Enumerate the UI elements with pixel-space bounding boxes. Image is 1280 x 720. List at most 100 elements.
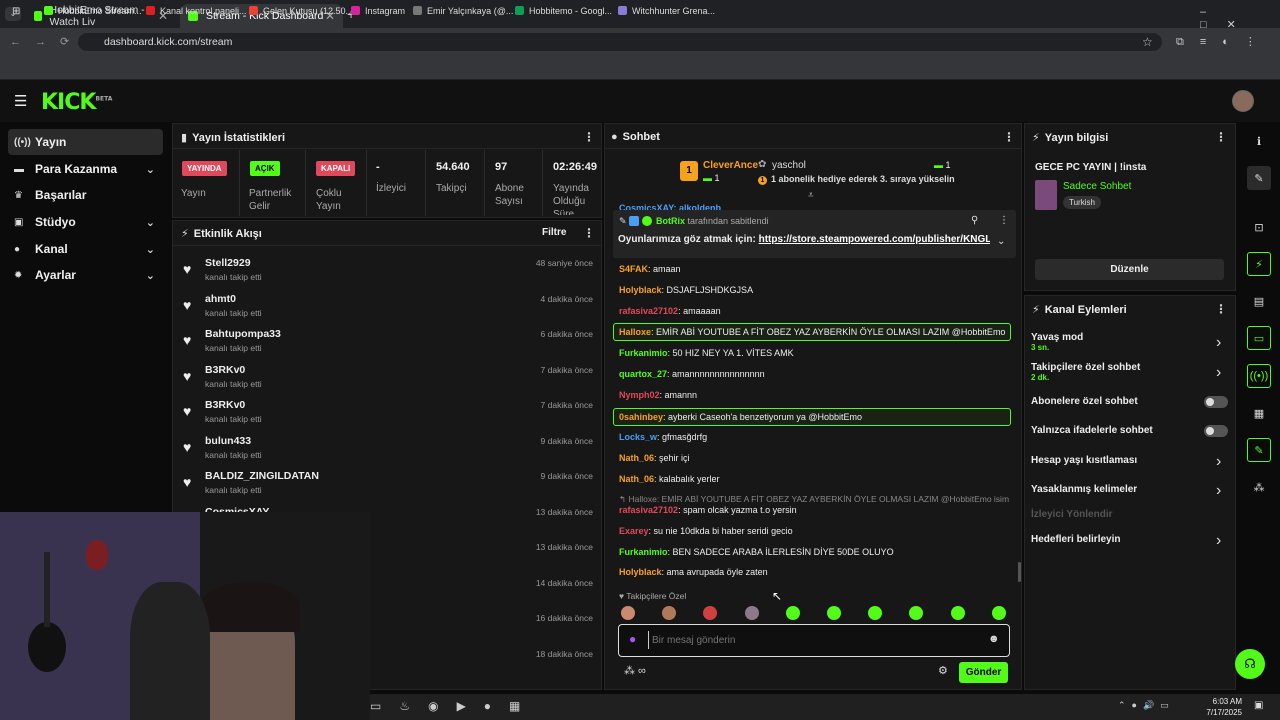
url-field[interactable]: dashboard.kick.com/stream — [78, 33, 1162, 51]
toggle-switch[interactable] — [1204, 425, 1228, 437]
sidebar-item-yayin[interactable]: ((•)) Yayın — [8, 129, 163, 155]
pin-toggle-icon[interactable]: ⚲ — [971, 215, 978, 226]
bookmark-item[interactable]: Hobbitemo - Googl... — [515, 6, 612, 16]
channel-action-item[interactable]: Hedefleri belirleyin — [1031, 534, 1120, 545]
activity-user[interactable]: ahmt0 — [205, 293, 236, 305]
activity-user[interactable]: B3RKv0 — [205, 364, 245, 376]
notes-icon[interactable]: ▤ — [1247, 289, 1271, 313]
activity-user[interactable]: BALDIZ_ZINGILDATAN — [205, 470, 319, 482]
info-menu-icon[interactable]: ⋮ — [1215, 130, 1227, 144]
emoji-icon[interactable]: ☻ — [988, 633, 1000, 645]
hamburger-menu-icon[interactable]: ☰ — [14, 92, 27, 110]
support-button[interactable]: ☊ — [1235, 649, 1265, 679]
expand-chevron-icon[interactable]: ⌄ — [997, 236, 1005, 247]
chat-username[interactable]: rafasiva27102 — [619, 505, 678, 515]
chat-username[interactable]: Holyblack — [619, 567, 662, 577]
emote-icon[interactable] — [950, 606, 965, 620]
bolt-icon[interactable]: ⚡ — [1247, 252, 1271, 276]
activity-user[interactable]: Stell2929 — [205, 257, 251, 269]
chevron-right-icon[interactable]: › — [1216, 364, 1221, 382]
connections-icon[interactable]: ⁂ — [1247, 475, 1271, 499]
channel-action-item[interactable]: İzleyici Yönlendir — [1031, 509, 1113, 520]
channel-action-item[interactable]: Yasaklanmış kelimeler — [1031, 484, 1137, 495]
actions-menu-icon[interactable]: ⋮ — [1215, 302, 1227, 316]
tools-icon[interactable]: ✎ — [1247, 438, 1271, 462]
chat-username[interactable]: Nath_06 — [619, 453, 654, 463]
chat-username[interactable]: Furkanimio — [619, 348, 668, 358]
kick-logo[interactable]: KICKBETA — [41, 90, 112, 115]
pinned-link[interactable]: https://store.steampowered.com/publisher… — [759, 234, 990, 245]
emote-icon[interactable] — [785, 606, 800, 620]
pinned-menu-icon[interactable]: ⋮ — [999, 215, 1009, 226]
chevron-right-icon[interactable]: › — [1216, 453, 1221, 471]
toggle-switch[interactable] — [1204, 396, 1228, 408]
sidebar-item-ayarlar[interactable]: ✹ Ayarlar ⌄ — [8, 262, 163, 288]
activity-menu-icon[interactable]: ⋮ — [583, 226, 595, 240]
system-tray-icons[interactable]: ⌃●🔊▭ — [1118, 700, 1175, 711]
browser-extensions-icons[interactable]: ⧉≡◐⋮ — [1176, 35, 1272, 49]
emote-icon[interactable] — [991, 606, 1006, 620]
channel-action-item[interactable]: Yalnızca ifadelerle sohbet — [1031, 425, 1153, 436]
emote-icon[interactable] — [744, 606, 759, 620]
bookmark-item[interactable]: Emir Yalçınkaya (@... — [413, 6, 513, 16]
chat-username[interactable]: rafasiva27102 — [619, 306, 678, 316]
chat-username[interactable]: quartox_27 — [619, 369, 667, 379]
emote-icon[interactable] — [827, 606, 841, 620]
edit-icon[interactable]: ✎ — [1247, 166, 1271, 190]
kick-favicon-icon — [34, 11, 42, 21]
bookmark-item[interactable]: Witchhunter Grena... — [618, 6, 715, 16]
channel-action-item[interactable]: Yavaş mod 3 sn. — [1031, 332, 1083, 352]
chevron-right-icon[interactable]: › — [1216, 334, 1221, 352]
sidebar-item-basarilar[interactable]: ♛ Başarılar — [8, 182, 163, 208]
avatar[interactable] — [1232, 90, 1254, 112]
activity-user[interactable]: B3RKv0 — [205, 399, 245, 411]
bookmark-item[interactable]: HobbitEmo Stream... — [44, 6, 142, 16]
channel-action-item[interactable]: Hesap yaşı kısıtlaması — [1031, 455, 1137, 466]
activity-user[interactable]: Bahtupompa33 — [205, 328, 281, 340]
channel-action-item[interactable]: Takipçilere özel sohbet 2 dk. — [1031, 362, 1140, 382]
chat-username[interactable]: 0sahinbey — [619, 412, 663, 422]
filter-button[interactable]: Filtre — [542, 227, 566, 238]
chat-username[interactable]: Nath_06 — [619, 474, 654, 484]
microphone-icon[interactable]: ● — [629, 632, 636, 646]
bookmark-item[interactable]: Instagram — [351, 6, 405, 16]
bookmark-item[interactable]: Gelen Kutusu (12.50... — [249, 6, 353, 16]
chat-username[interactable]: Holyblack — [619, 285, 662, 295]
chat-menu-icon[interactable]: ⋮ — [1003, 130, 1015, 144]
info-icon[interactable]: ℹ — [1247, 129, 1271, 153]
chat-settings-icon[interactable]: ⚙ — [938, 664, 948, 677]
chat-username[interactable]: Furkanimio — [619, 547, 668, 557]
scrollbar[interactable] — [1018, 562, 1021, 582]
chat-username[interactable]: Nymph02 — [619, 390, 660, 400]
apps-icon[interactable]: ⊞ — [12, 6, 20, 17]
chevron-right-icon[interactable]: › — [1216, 482, 1221, 500]
chat-rail-icon[interactable]: ▭ — [1247, 326, 1271, 350]
chat-input[interactable] — [648, 631, 968, 649]
send-button[interactable]: Gönder — [959, 662, 1008, 683]
channel-action-item[interactable]: Abonelere özel sohbet — [1031, 396, 1138, 407]
sidebar-item-para-kazanma[interactable]: ▬ Para Kazanma ⌄ — [8, 156, 163, 182]
layout-icon[interactable]: ▦ — [1247, 401, 1271, 425]
collapse-chevron-icon[interactable]: ⩡ — [808, 190, 814, 201]
bookmark-item[interactable]: Kanal kontrol paneli... — [146, 6, 247, 16]
chat-tools-icons[interactable]: ⁂ ∞ — [624, 664, 646, 677]
category-name[interactable]: Sadece Sohbet — [1063, 181, 1131, 192]
screenshot-icon[interactable]: ⊡ — [1247, 215, 1271, 239]
stats-menu-icon[interactable]: ⋮ — [583, 130, 595, 144]
sidebar-item-studyo[interactable]: ▣ Stüdyo ⌄ — [8, 209, 163, 235]
bookmark-star-icon[interactable]: ☆ — [1142, 35, 1153, 49]
notification-icon[interactable]: ▣ — [1254, 700, 1263, 711]
taskbar-apps[interactable]: ▭♨◉▶●▦ — [370, 699, 538, 713]
emote-icon[interactable] — [621, 606, 635, 620]
nav-buttons[interactable]: ←→⟳ — [10, 35, 83, 48]
sidebar-item-kanal[interactable]: ● Kanal ⌄ — [8, 236, 163, 262]
chat-username[interactable]: S4FAK — [619, 264, 648, 274]
activity-user[interactable]: bulun433 — [205, 435, 251, 447]
chat-username[interactable]: Exarey — [619, 526, 649, 536]
chat-username[interactable]: Halloxe — [619, 327, 651, 337]
edit-button[interactable]: Düzenle — [1035, 259, 1224, 280]
broadcast-rail-icon[interactable]: ((•)) — [1247, 364, 1271, 388]
gift-prompt[interactable]: 11 abonelik hediye ederek 3. sıraya yüks… — [758, 174, 955, 185]
chat-username[interactable]: Locks_w — [619, 432, 657, 442]
chevron-right-icon[interactable]: › — [1216, 532, 1221, 550]
